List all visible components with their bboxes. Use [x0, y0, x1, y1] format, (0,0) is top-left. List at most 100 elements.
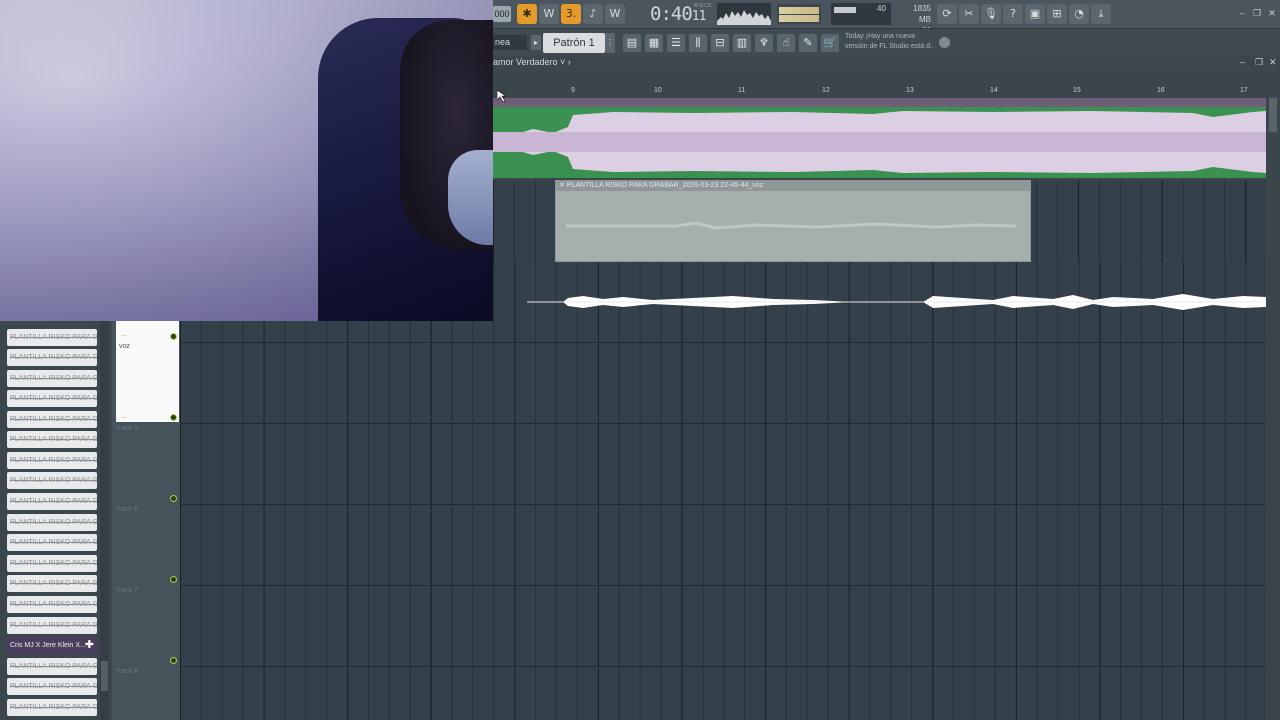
track-mute-led[interactable] — [170, 414, 177, 421]
browser-item[interactable]: PLANTILLA RISKO PARA GR... — [7, 390, 97, 407]
track-name: Track 6 — [115, 506, 139, 513]
playlist-close-icon[interactable]: ✕ — [1269, 57, 1277, 68]
touch-icon[interactable]: ☝ — [777, 34, 795, 52]
browser-item[interactable]: PLANTILLA RISKO PARA GR... — [7, 699, 97, 716]
pattern-prev-icon[interactable]: ▸ — [531, 35, 541, 50]
playlist-toolbar — [493, 72, 1280, 84]
time-format-label: M:S:CS — [694, 3, 712, 9]
microphone-icon[interactable]: 🎙 — [981, 4, 1001, 24]
browser-scrollbar[interactable] — [100, 321, 109, 720]
ruler-tick: 16 — [1157, 87, 1165, 94]
piano-roll-icon[interactable]: ▦ — [645, 34, 663, 52]
browser-item[interactable]: PLANTILLA RISKO PARA GR... — [7, 349, 97, 366]
ruler-tick: 11 — [738, 87, 746, 94]
close-icon[interactable]: ✕ — [1267, 8, 1277, 18]
browser-item[interactable]: PLANTILLA RISKO PARA GR... — [7, 452, 97, 469]
audio-clip-vocal-row[interactable] — [493, 262, 1266, 342]
browser-item[interactable]: PLANTILLA RISKO PARA GR... — [7, 534, 97, 551]
mouse-cursor-icon — [497, 90, 507, 102]
oscilloscope-display — [717, 3, 771, 25]
playlist-title: amor Verdadero ˅ › — [493, 57, 571, 67]
browser-item[interactable]: PLANTILLA RISKO PARA GR... — [7, 555, 97, 572]
mixer-view-icon[interactable]: ⫼ — [689, 34, 707, 52]
browser-item[interactable]: PLANTILLA RISKO PARA GR... — [7, 329, 97, 346]
chat-icon[interactable]: ◔ — [1069, 4, 1089, 24]
track-name: Track 8 — [115, 668, 139, 675]
track-mute-led[interactable] — [170, 495, 177, 502]
meter-bar-right — [779, 15, 819, 22]
ruler-tick: 12 — [822, 87, 830, 94]
save-icon[interactable]: ▣ — [1025, 4, 1045, 24]
webcam-overlay — [0, 0, 493, 321]
browser-item[interactable]: PLANTILLA RISKO PARA GR... — [7, 472, 97, 489]
ruler-tick: 13 — [906, 87, 914, 94]
wand-icon[interactable]: ✎ — [799, 34, 817, 52]
time-small: 11 — [691, 9, 707, 24]
memory-value: 1835 MB — [913, 4, 931, 24]
loop-region-strip[interactable] — [493, 98, 1266, 107]
loop-record-button[interactable]: W — [605, 4, 625, 24]
playlist-scroll-thumb[interactable] — [1269, 98, 1277, 132]
browser-item[interactable]: PLANTILLA RISKO PARA GR... — [7, 575, 97, 592]
track-dots: ... — [121, 331, 127, 338]
ruler-tick: 9 — [571, 87, 575, 94]
cart-icon[interactable]: 🛒 — [821, 34, 839, 52]
browser-item[interactable]: PLANTILLA RISKO PARA GR... — [7, 431, 97, 448]
tempo-display[interactable]: 000 — [493, 6, 511, 22]
playlist-icon[interactable]: ▤ — [623, 34, 641, 52]
step-edit-button[interactable]: ♪ — [583, 4, 603, 24]
scissors-icon[interactable]: ✂ — [959, 4, 979, 24]
plug-icon[interactable]: ♆ — [755, 34, 773, 52]
fl-toolbar: 000 ✱ W 3. ♪ W 0:4011 M:S:CS 40 1835 MB … — [493, 0, 1280, 57]
refresh-icon[interactable]: ⟳ — [937, 4, 957, 24]
browser-item[interactable]: PLANTILLA RISKO PARA GR... — [7, 658, 97, 675]
clip-header: ✕ PLANTILLA RISKO PARA GRABAR_2026-03-23… — [556, 181, 1030, 191]
audio-clip-beat[interactable] — [493, 107, 1266, 178]
audio-clip-voz[interactable]: ✕ PLANTILLA RISKO PARA GRABAR_2026-03-23… — [555, 180, 1031, 262]
timeline-ruler[interactable]: 9 10 11 12 13 14 15 16 17 — [493, 84, 1280, 99]
ruler-tick: 15 — [1073, 87, 1081, 94]
browser-item[interactable]: PLANTILLA RISKO PARA GR... — [7, 678, 97, 695]
pattern-selector[interactable]: Patrón 1 — [543, 33, 605, 53]
track-mute-led[interactable] — [170, 657, 177, 664]
track-divider — [180, 423, 1266, 424]
minimize-icon[interactable]: – — [1237, 8, 1247, 18]
add-icon[interactable]: ✚ — [85, 637, 94, 654]
restore-icon[interactable]: ❐ — [1252, 8, 1262, 18]
browser-item-selected[interactable]: Cris MJ X Jere Klein X... ✚ — [7, 637, 97, 654]
cpu-value: 40 — [877, 4, 886, 13]
toolbar-row-transport: 000 ✱ W 3. ♪ W 0:4011 M:S:CS 40 1835 MB … — [493, 0, 1280, 35]
browser-scroll-thumb[interactable] — [101, 661, 108, 691]
voz-waveform-icon — [566, 221, 1017, 230]
playlist-title-bar: amor Verdadero ˅ › – ❐ ✕ — [493, 56, 1280, 72]
metronome-button[interactable]: ✱ — [517, 4, 537, 24]
news-globe-icon[interactable] — [939, 37, 950, 48]
clip-name: PLANTILLA RISKO PARA GRABAR_2026-03-23 2… — [566, 182, 764, 189]
playlist-minimize-icon[interactable]: – — [1240, 57, 1245, 67]
browser-item[interactable]: PLANTILLA RISKO PARA GR... — [7, 411, 97, 428]
track-mute-led[interactable] — [170, 333, 177, 340]
master-meter — [777, 4, 821, 24]
playlist-scrollbar[interactable] — [1266, 84, 1280, 720]
mixer-icon[interactable]: ⊞ — [1047, 4, 1067, 24]
track-mute-led[interactable] — [170, 576, 177, 583]
channel-rack-icon[interactable]: ☰ — [667, 34, 685, 52]
browser-item[interactable]: PLANTILLA RISKO PARA GR... — [7, 370, 97, 387]
scope-wave-icon — [717, 10, 771, 25]
help-icon[interactable]: ? — [1003, 4, 1023, 24]
browser-item[interactable]: PLANTILLA RISKO PARA GR... — [7, 617, 97, 634]
snap-selector[interactable]: nea — [493, 35, 527, 50]
browser-icon[interactable]: ▥ — [733, 34, 751, 52]
pattern-menu-icon[interactable]: ⋮ — [605, 33, 615, 53]
countdown-button[interactable]: 3. — [561, 4, 581, 24]
browser-item[interactable]: PLANTILLA RISKO PARA GR... — [7, 596, 97, 613]
browser-item[interactable]: PLANTILLA RISKO PARA GR... — [7, 514, 97, 531]
track-divider — [180, 504, 1266, 505]
playlist-restore-icon[interactable]: ❐ — [1255, 57, 1263, 68]
browser-item[interactable]: PLANTILLA RISKO PARA GR... — [7, 493, 97, 510]
download-icon[interactable]: ⤓ — [1091, 4, 1111, 24]
wait-input-button[interactable]: W — [539, 4, 559, 24]
track-label: voz — [119, 343, 130, 350]
ruler-tick: 14 — [990, 87, 998, 94]
plugin-picker-icon[interactable]: ⊟ — [711, 34, 729, 52]
